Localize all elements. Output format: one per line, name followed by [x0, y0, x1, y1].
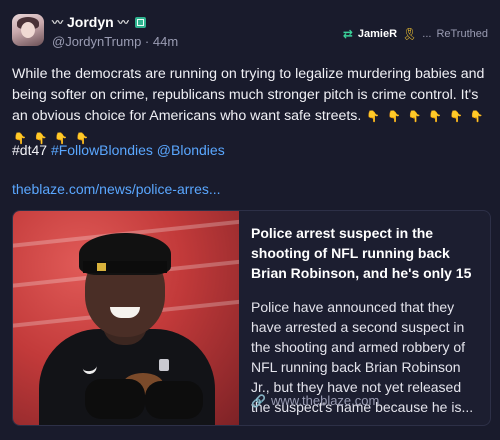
post-link[interactable]: theblaze.com/news/police-arres...: [12, 181, 221, 197]
author-display-name[interactable]: Jordyn: [67, 14, 114, 30]
author-handle-row: @JordynTrump · 44m: [52, 34, 178, 49]
retruth-arrows-icon: ⇄: [342, 27, 353, 41]
retruth-user[interactable]: JamieR: [358, 28, 397, 40]
mention-blondies[interactable]: @Blondies: [157, 142, 225, 158]
card-url-row[interactable]: 🔗 www.theblaze.com: [251, 393, 379, 408]
ribbon-icon: 🎗: [402, 27, 418, 41]
headband-logo: [97, 263, 106, 271]
avatar[interactable]: [12, 14, 44, 46]
player-glove-left: [85, 379, 145, 419]
pointing-down-icon: 👇: [448, 111, 463, 123]
card-url[interactable]: www.theblaze.com: [271, 393, 379, 408]
pointing-down-icon: 👇: [428, 111, 442, 123]
league-logo: [159, 359, 169, 371]
hashtag-followblondies[interactable]: #FollowBlondies: [51, 142, 153, 158]
player-headband: [83, 261, 167, 273]
avatar-face: [21, 22, 35, 38]
hashtag-dt47: #dt47: [12, 142, 48, 158]
name-decoration-right: 〰: [117, 17, 129, 29]
card-image[interactable]: [13, 211, 239, 425]
post-tags: #dt47 #FollowBlondies @Blondies: [12, 142, 225, 158]
pointing-down-icon: 👇: [386, 111, 401, 123]
player-glove-right: [145, 381, 203, 419]
link-icon: 🔗: [251, 393, 266, 408]
post-time[interactable]: 44m: [153, 34, 178, 49]
author-handle[interactable]: @JordynTrump: [52, 34, 141, 49]
author-name-row[interactable]: 〰 Jordyn 〰: [52, 14, 146, 30]
link-preview-card[interactable]: Police arrest suspect in the shooting of…: [12, 210, 491, 426]
pointing-down-icon: 👇: [469, 111, 484, 123]
handle-separator: ·: [144, 34, 150, 49]
card-content: Police arrest suspect in the shooting of…: [251, 223, 479, 417]
name-decoration-left: 〰: [52, 17, 63, 29]
card-title[interactable]: Police arrest suspect in the shooting of…: [251, 223, 479, 283]
post-body: While the democrats are running on tryin…: [12, 64, 490, 150]
verified-square-icon: [134, 16, 146, 28]
pointing-down-icon: 👇: [366, 111, 381, 123]
pointing-down-icon: 👇: [407, 111, 422, 123]
retruth-menu[interactable]: ...: [422, 28, 431, 40]
retruth-indicator: ⇄ JamieR 🎗 ... ReTruthed: [343, 27, 488, 41]
retruth-label: ReTruthed: [436, 28, 488, 40]
